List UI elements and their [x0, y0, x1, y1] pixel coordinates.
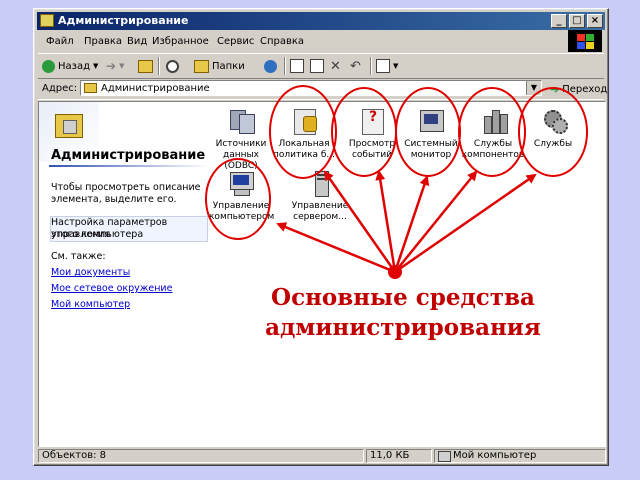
- caption-line-2: администрирования: [265, 314, 541, 341]
- arrow-to-services: [394, 173, 537, 274]
- annotation-overlay: [205, 85, 588, 279]
- arrow-origin-dot: [388, 265, 402, 279]
- highlight-ellipse-services: [518, 87, 588, 177]
- highlight-ellipse-system-monitor: [395, 87, 461, 177]
- arrow-to-event-viewer: [375, 170, 397, 273]
- arrow-to-system-monitor: [393, 175, 430, 273]
- highlight-ellipse-local-policy: [269, 85, 337, 179]
- highlight-ellipse-component-services: [458, 87, 526, 177]
- highlight-ellipse-computer-management: [205, 158, 271, 240]
- arrow-to-component-services: [394, 170, 478, 273]
- caption-line-1: Основные средства: [271, 284, 535, 311]
- highlight-ellipse-event-viewer: [331, 87, 397, 177]
